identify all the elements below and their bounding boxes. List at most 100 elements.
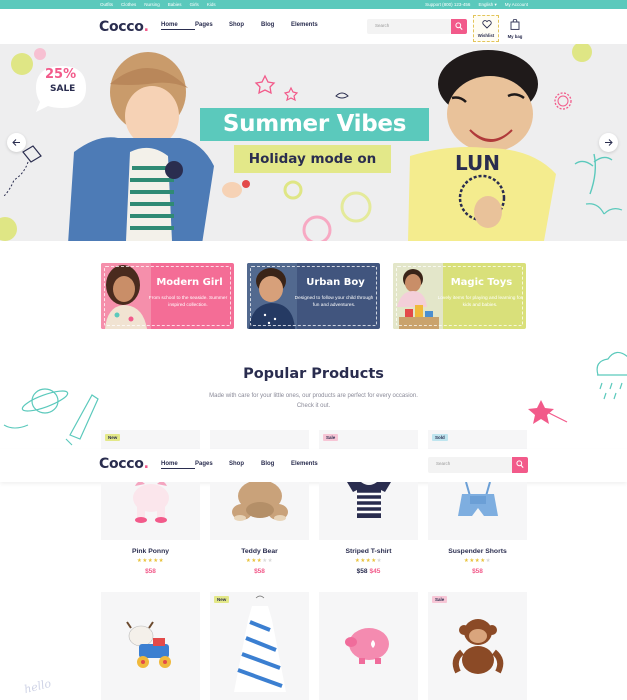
- sticky-nav-elements[interactable]: Elements: [291, 461, 318, 469]
- sticky-nav-pages[interactable]: Pages: [195, 461, 229, 469]
- category-magic-toys[interactable]: Magic Toys Lovely items for playing and …: [393, 263, 526, 329]
- popular-title: Popular Products: [243, 366, 384, 382]
- nav-shop[interactable]: Shop: [229, 22, 261, 30]
- product-price: $58: [210, 568, 309, 575]
- sold-badge: Sold: [432, 434, 448, 441]
- top-links: Outfits Clothes Nursing Babies Girls Kid…: [100, 1, 216, 8]
- main-nav: Home Pages Shop Blog Elements: [161, 22, 318, 30]
- product-card-cow-toy[interactable]: [101, 592, 200, 700]
- modern-girl-desc: From school to the seaside. Summer inspi…: [148, 296, 228, 308]
- logo-dot: .: [143, 19, 149, 35]
- magic-toys-title: Magic Toys: [450, 277, 513, 288]
- search-input[interactable]: Search: [367, 19, 451, 34]
- urban-boy-title: Urban Boy: [306, 277, 365, 288]
- product-image-suspender-shorts[interactable]: [428, 481, 527, 540]
- category-modern-girl[interactable]: Modern Girl From school to the seaside. …: [101, 263, 234, 329]
- product-price: $58: [428, 568, 527, 575]
- sticky-logo-text: Cocco: [99, 456, 144, 472]
- product-card-piggy-bank[interactable]: [319, 592, 418, 700]
- new-badge: New: [105, 434, 121, 441]
- sticky-search-button[interactable]: [512, 457, 528, 473]
- product-card-strip[interactable]: Sale: [319, 430, 418, 450]
- nav-home[interactable]: Home: [161, 22, 195, 30]
- sticky-nav-home[interactable]: Home: [161, 461, 195, 469]
- popular-description: Made with care for your little ones, our…: [209, 393, 418, 409]
- top-link-girls[interactable]: Girls: [190, 1, 199, 8]
- product-name-striped-tshirt[interactable]: Striped T-shirt: [319, 548, 418, 555]
- support-phone: Support (800) 123-456: [425, 2, 471, 7]
- nav-elements[interactable]: Elements: [291, 22, 318, 30]
- top-link-clothes[interactable]: Clothes: [121, 1, 136, 8]
- product-image-pink-ponny[interactable]: [101, 481, 200, 540]
- urban-boy-photo: [247, 263, 297, 329]
- product-card-strip[interactable]: New: [101, 430, 200, 450]
- sticky-search-input[interactable]: Search: [428, 457, 512, 473]
- striped-dress-image: [234, 595, 286, 692]
- top-right: Support (800) 123-456 English ▾ My Accou…: [425, 1, 528, 8]
- product-price: $58 $45: [319, 568, 418, 575]
- product-name-teddy-bear[interactable]: Teddy Bear: [210, 548, 309, 555]
- wishlist-button[interactable]: Wishlist: [473, 15, 499, 42]
- sticky-search-placeholder: Search: [436, 461, 451, 466]
- piggy-bank-image: [345, 628, 389, 664]
- striped-tshirt-image: [347, 482, 391, 518]
- magic-toys-photo: [393, 263, 443, 329]
- product-image-striped-tshirt[interactable]: [319, 482, 418, 540]
- product-card-strip[interactable]: Sold: [428, 430, 527, 450]
- logo[interactable]: Cocco.: [99, 19, 149, 35]
- search-button[interactable]: [451, 19, 467, 34]
- hero-title: Summer Vibes: [200, 108, 429, 141]
- slider-next-button[interactable]: [599, 133, 618, 152]
- sticky-logo-dot: .: [143, 456, 149, 472]
- product-name-suspender-shorts[interactable]: Suspender Shorts: [428, 548, 527, 555]
- top-bar: Outfits Clothes Nursing Babies Girls Kid…: [0, 0, 627, 9]
- product-image-teddy-bear[interactable]: [210, 480, 309, 540]
- bag-label: My bag: [507, 34, 523, 39]
- nav-blog[interactable]: Blog: [261, 22, 291, 30]
- top-link-nursing[interactable]: Nursing: [144, 1, 160, 8]
- sale-badge: Sale: [323, 434, 339, 441]
- svg-text:LUN: LUN: [455, 151, 500, 175]
- sale-word: SALE: [50, 84, 76, 94]
- language-select[interactable]: English ▾: [478, 1, 496, 8]
- bag-icon: [510, 19, 520, 30]
- sticky-nav-shop[interactable]: Shop: [229, 461, 261, 469]
- search-icon: [455, 22, 463, 30]
- product-card-striped-dress[interactable]: New: [210, 592, 309, 700]
- top-link-babies[interactable]: Babies: [168, 1, 182, 8]
- sticky-logo[interactable]: Cocco.: [99, 456, 149, 472]
- sticky-nav: Home Pages Shop Blog Elements: [161, 461, 318, 469]
- rating-stars: ★★★★★: [428, 558, 527, 564]
- bag-button[interactable]: My bag: [503, 15, 527, 42]
- product-name-pink-ponny[interactable]: Pink Ponny: [101, 548, 200, 555]
- old-price: $58: [356, 568, 368, 575]
- monkey-plush-image: [452, 619, 504, 674]
- product-card-monkey-plush[interactable]: Sale: [428, 592, 527, 700]
- rating-stars: ★★★★★: [210, 558, 309, 564]
- modern-girl-title: Modern Girl: [156, 277, 223, 288]
- language-label: English: [478, 2, 494, 7]
- sticky-nav-blog[interactable]: Blog: [261, 461, 291, 469]
- top-link-outfits[interactable]: Outfits: [100, 1, 113, 8]
- nav-pages[interactable]: Pages: [195, 22, 229, 30]
- search-placeholder: Search: [375, 23, 390, 28]
- sticky-header: Cocco. Home Pages Shop Blog Elements Sea…: [0, 449, 627, 482]
- category-urban-boy[interactable]: Urban Boy Designed to follow your child …: [247, 263, 380, 329]
- sale-price: $45: [369, 568, 381, 575]
- top-link-kids[interactable]: Kids: [207, 1, 216, 8]
- price-value: $58: [145, 568, 156, 575]
- chevron-down-icon: ▾: [494, 2, 497, 7]
- magic-toys-desc: Lovely items for playing and learning fo…: [437, 296, 523, 308]
- star-filled-icon: ★: [158, 558, 165, 564]
- rating-stars: ★★★★★: [101, 558, 200, 564]
- product-card-strip[interactable]: [210, 430, 309, 450]
- main-header: Cocco. Home Pages Shop Blog Elements Sea…: [0, 9, 627, 44]
- slider-prev-button[interactable]: [7, 133, 26, 152]
- account-link[interactable]: My Account: [505, 1, 528, 8]
- hero-illustration: LUN: [0, 44, 623, 241]
- heart-icon: [482, 20, 492, 29]
- sale-percent: 25%: [45, 67, 77, 82]
- modern-girl-photo: [101, 263, 151, 329]
- hero-slider: LUN 25% SALE Summer Vibes Holiday mode o…: [0, 44, 627, 241]
- arrow-left-icon: [12, 139, 20, 146]
